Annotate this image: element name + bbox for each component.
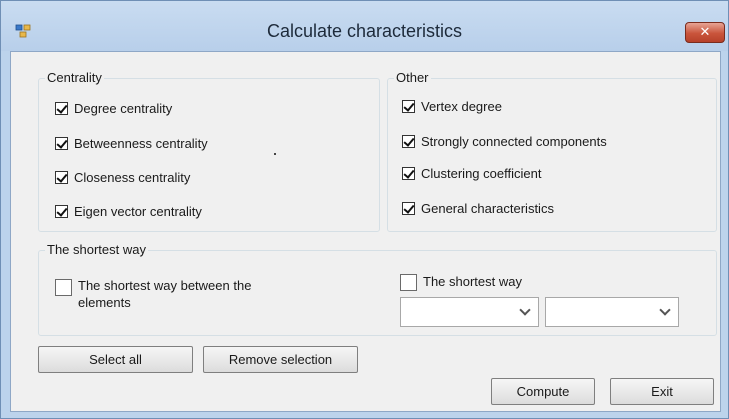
close-icon: ✕ [699, 25, 711, 40]
shortest-way-group-label: The shortest way [45, 242, 148, 258]
general-characteristics-checkbox[interactable]: General characteristics [402, 201, 554, 217]
shortest-way-between-elements-check[interactable] [55, 279, 72, 296]
close-button[interactable]: ✕ [685, 22, 725, 43]
select-all-button[interactable]: Select all [38, 346, 193, 373]
closeness-centrality-check[interactable] [55, 171, 68, 184]
clustering-coefficient-checkbox[interactable]: Clustering coefficient [402, 166, 541, 182]
vertex-degree-check[interactable] [402, 100, 415, 113]
vertex-degree-label: Vertex degree [421, 99, 502, 114]
other-group-label: Other [394, 70, 431, 86]
centrality-group-label: Centrality [45, 70, 104, 86]
shortest-way-to-combobox[interactable] [545, 297, 679, 327]
general-characteristics-check[interactable] [402, 202, 415, 215]
dialog-body: Centrality Degree centrality Betweenness… [10, 51, 721, 412]
strongly-connected-components-label: Strongly connected components [421, 134, 607, 149]
general-characteristics-label: General characteristics [421, 201, 554, 216]
shortest-way-between-elements-label: The shortest way between the elements [78, 278, 252, 310]
closeness-centrality-label: Closeness centrality [74, 170, 191, 185]
strongly-connected-components-checkbox[interactable]: Strongly connected components [402, 134, 607, 150]
shortest-way-checkbox[interactable]: The shortest way [400, 272, 522, 291]
eigen-vector-centrality-label: Eigen vector centrality [74, 204, 202, 219]
degree-centrality-check[interactable] [55, 102, 68, 115]
window-title: Calculate characteristics [266, 21, 463, 41]
shortest-way-between-elements-checkbox[interactable]: The shortest way between the elements [55, 277, 288, 311]
eigen-vector-centrality-checkbox[interactable]: Eigen vector centrality [55, 204, 202, 220]
degree-centrality-label: Degree centrality [74, 101, 173, 116]
betweenness-centrality-checkbox[interactable]: Betweenness centrality [55, 136, 208, 152]
compute-button[interactable]: Compute [491, 378, 595, 405]
betweenness-centrality-check[interactable] [55, 137, 68, 150]
degree-centrality-checkbox[interactable]: Degree centrality [55, 101, 172, 117]
dialog-window: Calculate characteristics ✕ Centrality D… [0, 0, 729, 419]
clustering-coefficient-label: Clustering coefficient [421, 166, 542, 181]
vertex-degree-checkbox[interactable]: Vertex degree [402, 99, 502, 115]
clustering-coefficient-check[interactable] [402, 167, 415, 180]
shortest-way-from-combobox[interactable] [400, 297, 539, 327]
eigen-vector-centrality-check[interactable] [55, 205, 68, 218]
remove-selection-button[interactable]: Remove selection [203, 346, 358, 373]
betweenness-centrality-label: Betweenness centrality [74, 136, 208, 151]
closeness-centrality-checkbox[interactable]: Closeness centrality [55, 170, 190, 186]
strongly-connected-components-check[interactable] [402, 135, 415, 148]
chevron-down-icon [519, 304, 531, 316]
stray-dot [274, 153, 276, 155]
shortest-way-label: The shortest way [423, 274, 522, 289]
chevron-down-icon [659, 304, 671, 316]
exit-button[interactable]: Exit [610, 378, 714, 405]
title-bar[interactable]: Calculate characteristics ✕ [1, 1, 728, 51]
shortest-way-check[interactable] [400, 274, 417, 291]
